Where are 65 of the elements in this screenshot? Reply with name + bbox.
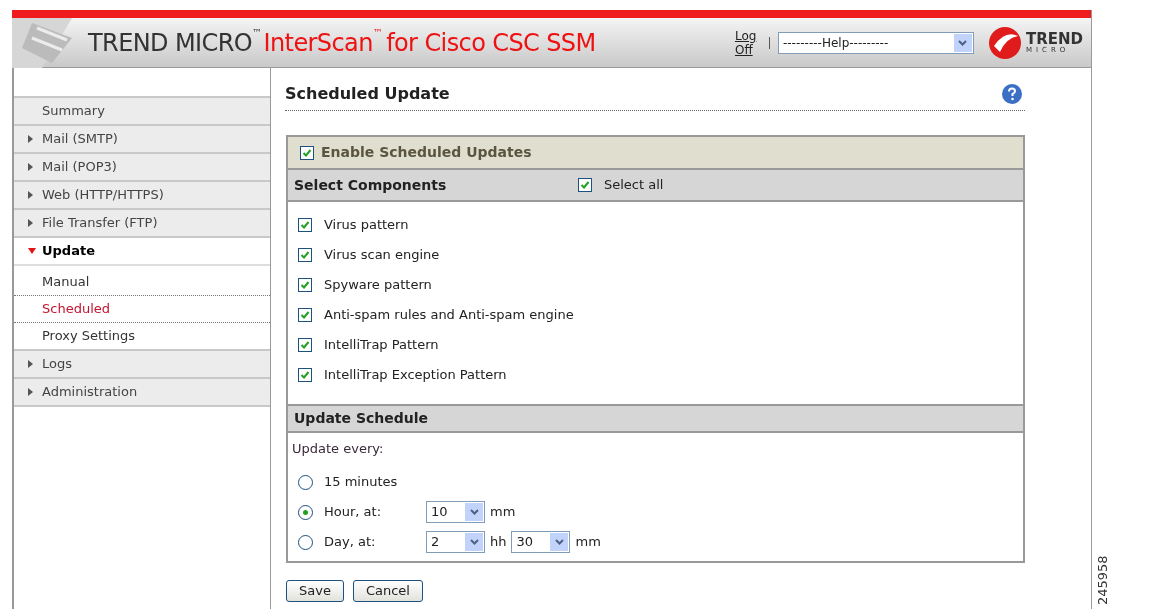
- checkbox[interactable]: [298, 218, 312, 232]
- checkbox-label: IntelliTrap Exception Pattern: [324, 366, 507, 385]
- caret-icon: [465, 503, 483, 521]
- unit-label: hh: [490, 533, 507, 552]
- caret-icon: [465, 533, 483, 551]
- nav-item[interactable]: Mail (SMTP): [14, 124, 270, 152]
- checkbox-label: Spyware pattern: [324, 276, 432, 295]
- caret-icon: [28, 360, 33, 368]
- caret-icon: [28, 191, 33, 199]
- trademark: ™: [372, 25, 383, 40]
- dropdown[interactable]: 30: [511, 531, 571, 553]
- checkbox[interactable]: [300, 145, 314, 160]
- checkbox-label: Select all: [604, 176, 664, 195]
- logoff-link[interactable]: Log Off: [734, 28, 761, 57]
- nav-subitem[interactable]: Scheduled: [14, 295, 270, 322]
- unit-label: mm: [575, 533, 601, 552]
- caret-icon: [28, 163, 33, 171]
- nav-subitem[interactable]: Manual: [14, 268, 270, 295]
- nav-item[interactable]: Administration: [14, 377, 270, 405]
- logo-text: TREND: [1025, 31, 1083, 47]
- checkbox-label: Virus scan engine: [324, 246, 440, 265]
- nav-item[interactable]: Mail (POP3): [14, 152, 270, 180]
- product-name: for Cisco CSC SSM: [386, 27, 596, 59]
- radio-button[interactable]: [298, 474, 313, 490]
- checkbox[interactable]: [298, 368, 312, 382]
- caret-icon: [953, 33, 972, 52]
- radio-label: Hour, at:: [324, 503, 383, 522]
- nav-item[interactable]: Logs: [14, 349, 270, 377]
- unit-label: mm: [490, 503, 516, 522]
- figure-number: 245958: [1096, 555, 1110, 605]
- product-name: InterScan: [263, 27, 373, 59]
- radio-label: Day, at:: [324, 533, 377, 552]
- caret-icon: [28, 388, 33, 396]
- logo-icon: [987, 25, 1022, 60]
- checkbox-label: Virus pattern: [324, 216, 409, 235]
- nav-item[interactable]: Web (HTTP/HTTPS): [14, 180, 270, 208]
- dropdown[interactable]: 10: [426, 501, 485, 523]
- section-heading: Select Components: [294, 175, 448, 195]
- checkbox[interactable]: [298, 278, 312, 292]
- checkbox[interactable]: [298, 338, 312, 352]
- prompt-text: Update every:: [292, 440, 385, 458]
- caret-icon: [28, 135, 33, 143]
- trademark: ™: [252, 25, 262, 40]
- checkbox[interactable]: [298, 308, 312, 322]
- page-title: Scheduled Update: [285, 83, 450, 105]
- help-icon[interactable]: [1001, 83, 1023, 105]
- checkbox[interactable]: [298, 248, 312, 262]
- help-dropdown[interactable]: ---------Help---------: [777, 31, 974, 54]
- nav-item[interactable]: Summary: [14, 96, 270, 124]
- caret-icon: [28, 248, 36, 254]
- brand-name: TREND MICRO: [88, 27, 253, 59]
- checkbox-label: Enable Scheduled Updates: [321, 143, 532, 162]
- radio-button[interactable]: [298, 504, 313, 520]
- radio-label: 15 minutes: [324, 473, 399, 492]
- form-button[interactable]: Cancel: [352, 580, 423, 602]
- caret-icon: [550, 533, 569, 551]
- dropdown[interactable]: 2: [426, 531, 485, 553]
- nav-item[interactable]: File Transfer (FTP): [14, 208, 270, 236]
- section-heading: Update Schedule: [294, 409, 429, 428]
- checkbox[interactable]: [578, 178, 592, 192]
- form-button[interactable]: Save: [286, 580, 344, 602]
- checkbox-label: IntelliTrap Pattern: [324, 336, 439, 355]
- radio-button[interactable]: [298, 534, 313, 550]
- checkbox-label: Anti-spam rules and Anti-spam engine: [324, 306, 574, 325]
- caret-icon: [28, 219, 33, 227]
